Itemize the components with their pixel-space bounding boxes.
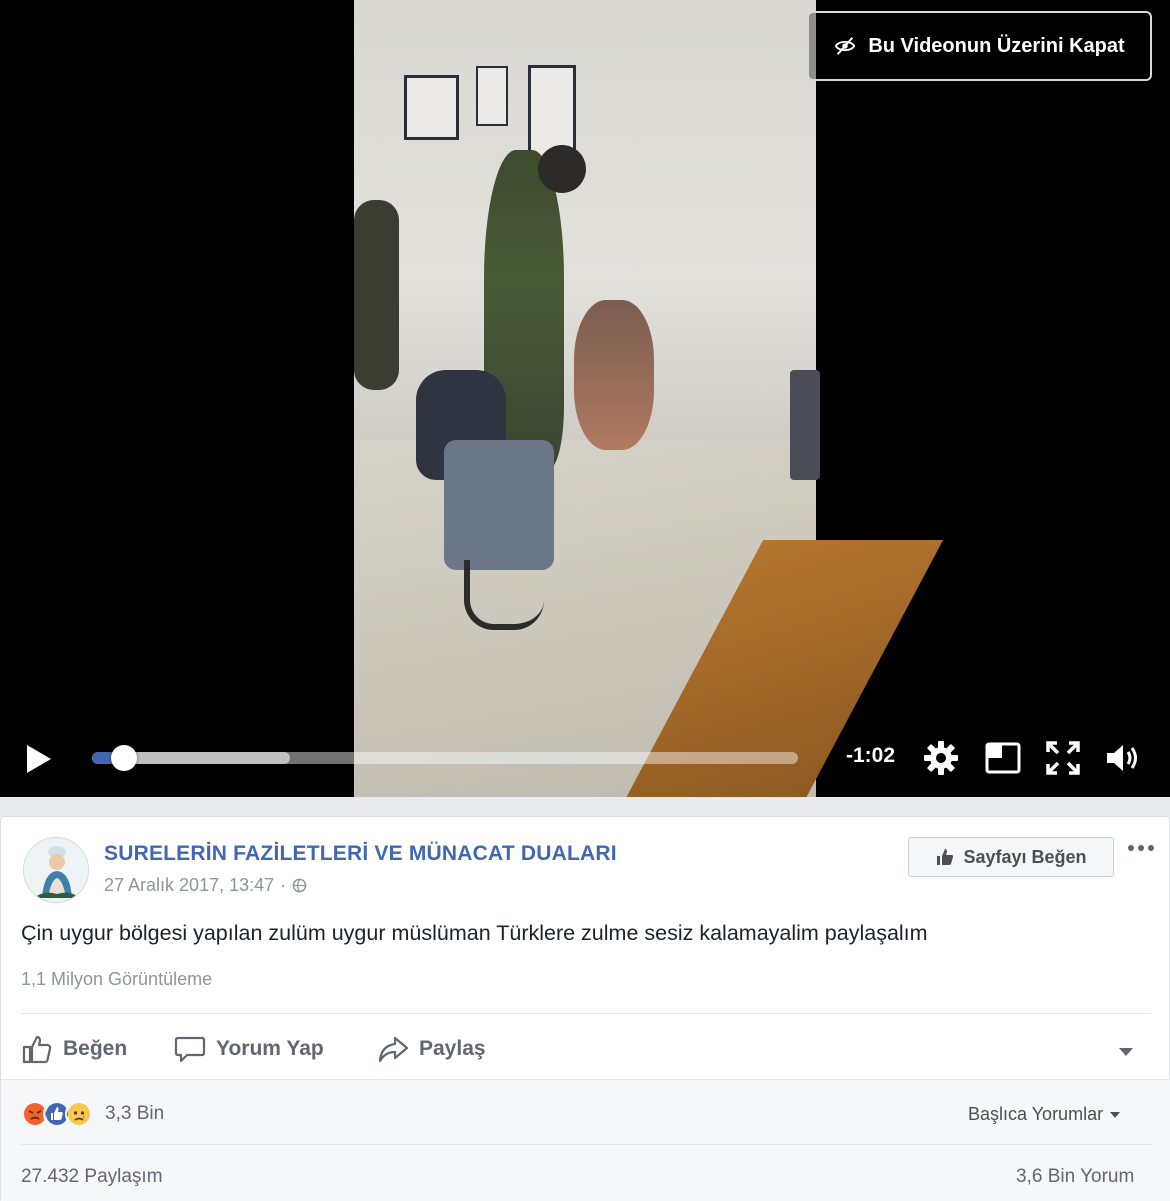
page-avatar[interactable] — [23, 837, 89, 903]
like-outline-icon — [22, 1035, 52, 1064]
comment-label: Yorum Yap — [216, 1037, 324, 1060]
progress-knob[interactable] — [110, 745, 137, 771]
post-card: SURELERİN FAZİLETLERİ VE MÜNACAT DUALARI… — [0, 816, 1170, 1201]
volume-icon[interactable] — [1104, 739, 1142, 777]
trash-bin — [790, 370, 820, 480]
action-bar: Beğen Yorum Yap Paylaş — [1, 1025, 1170, 1075]
chair-base — [464, 560, 544, 630]
hide-video-button[interactable]: Bu Videonun Üzerini Kapat — [807, 11, 1152, 81]
share-label: Paylaş — [419, 1037, 486, 1060]
post-footer: 3,3 Bin Başlıca Yorumlar 27.432 Paylaşım… — [1, 1079, 1170, 1201]
sad-icon — [65, 1100, 93, 1128]
footer-divider — [21, 1144, 1151, 1145]
video-controls: -1:02 — [0, 728, 1170, 788]
globe-icon[interactable] — [292, 878, 307, 893]
pip-icon[interactable] — [984, 739, 1022, 777]
top-comments-label: Başlıca Yorumlar — [968, 1104, 1104, 1124]
share-icon — [378, 1036, 409, 1063]
comment-button[interactable]: Yorum Yap — [174, 1033, 324, 1065]
thumbs-up-icon — [937, 849, 954, 865]
reactions-summary[interactable]: 3,3 Bin — [21, 1100, 164, 1128]
share-button[interactable]: Paylaş — [377, 1033, 486, 1065]
comment-count[interactable]: 3,6 Bin Yorum — [1016, 1166, 1134, 1188]
video-frame — [354, 0, 944, 797]
share-count[interactable]: 27.432 Paylaşım — [21, 1166, 163, 1188]
reaction-count: 3,3 Bin — [105, 1103, 165, 1124]
soldier-head — [538, 145, 586, 193]
divider — [21, 1013, 1151, 1014]
post-text: Çin uygur bölgesi yapılan zulüm uygur mü… — [21, 921, 928, 945]
eye-slash-icon — [835, 37, 856, 55]
like-button[interactable]: Beğen — [21, 1033, 127, 1065]
hide-video-label: Bu Videonun Üzerini Kapat — [868, 34, 1125, 57]
video-player[interactable]: Bu Videonun Üzerini Kapat -1:02 — [0, 0, 1170, 797]
fullscreen-icon[interactable] — [1044, 739, 1082, 777]
comment-icon — [174, 1036, 206, 1063]
avatar-figure-icon — [24, 838, 88, 902]
progress-track[interactable] — [92, 745, 798, 771]
gear-icon[interactable] — [922, 739, 960, 777]
like-page-label: Sayfayı Beğen — [963, 846, 1087, 867]
bystander-figure — [354, 200, 399, 390]
person-figure — [574, 300, 654, 450]
page-name-link[interactable]: SURELERİN FAZİLETLERİ VE MÜNACAT DUALARI — [104, 842, 617, 866]
wall-chart — [476, 66, 508, 126]
more-options-icon[interactable] — [1127, 841, 1155, 855]
like-page-button[interactable]: Sayfayı Beğen — [908, 837, 1114, 877]
chevron-down-icon — [1110, 1111, 1121, 1118]
wall-frame — [404, 75, 459, 140]
chevron-down-icon[interactable] — [1118, 1047, 1134, 1057]
view-count: 1,1 Milyon Görüntüleme — [21, 969, 213, 989]
post-meta: 27 Aralık 2017, 13:47 · — [104, 875, 307, 896]
top-comments-dropdown[interactable]: Başlıca Yorumlar — [968, 1104, 1121, 1125]
play-icon[interactable] — [24, 742, 54, 776]
like-label: Beğen — [63, 1037, 128, 1060]
meta-separator: · — [280, 875, 287, 895]
remaining-time: -1:02 — [846, 744, 896, 767]
chair-cloth — [444, 440, 554, 570]
post-date[interactable]: 27 Aralık 2017, 13:47 — [104, 875, 274, 896]
